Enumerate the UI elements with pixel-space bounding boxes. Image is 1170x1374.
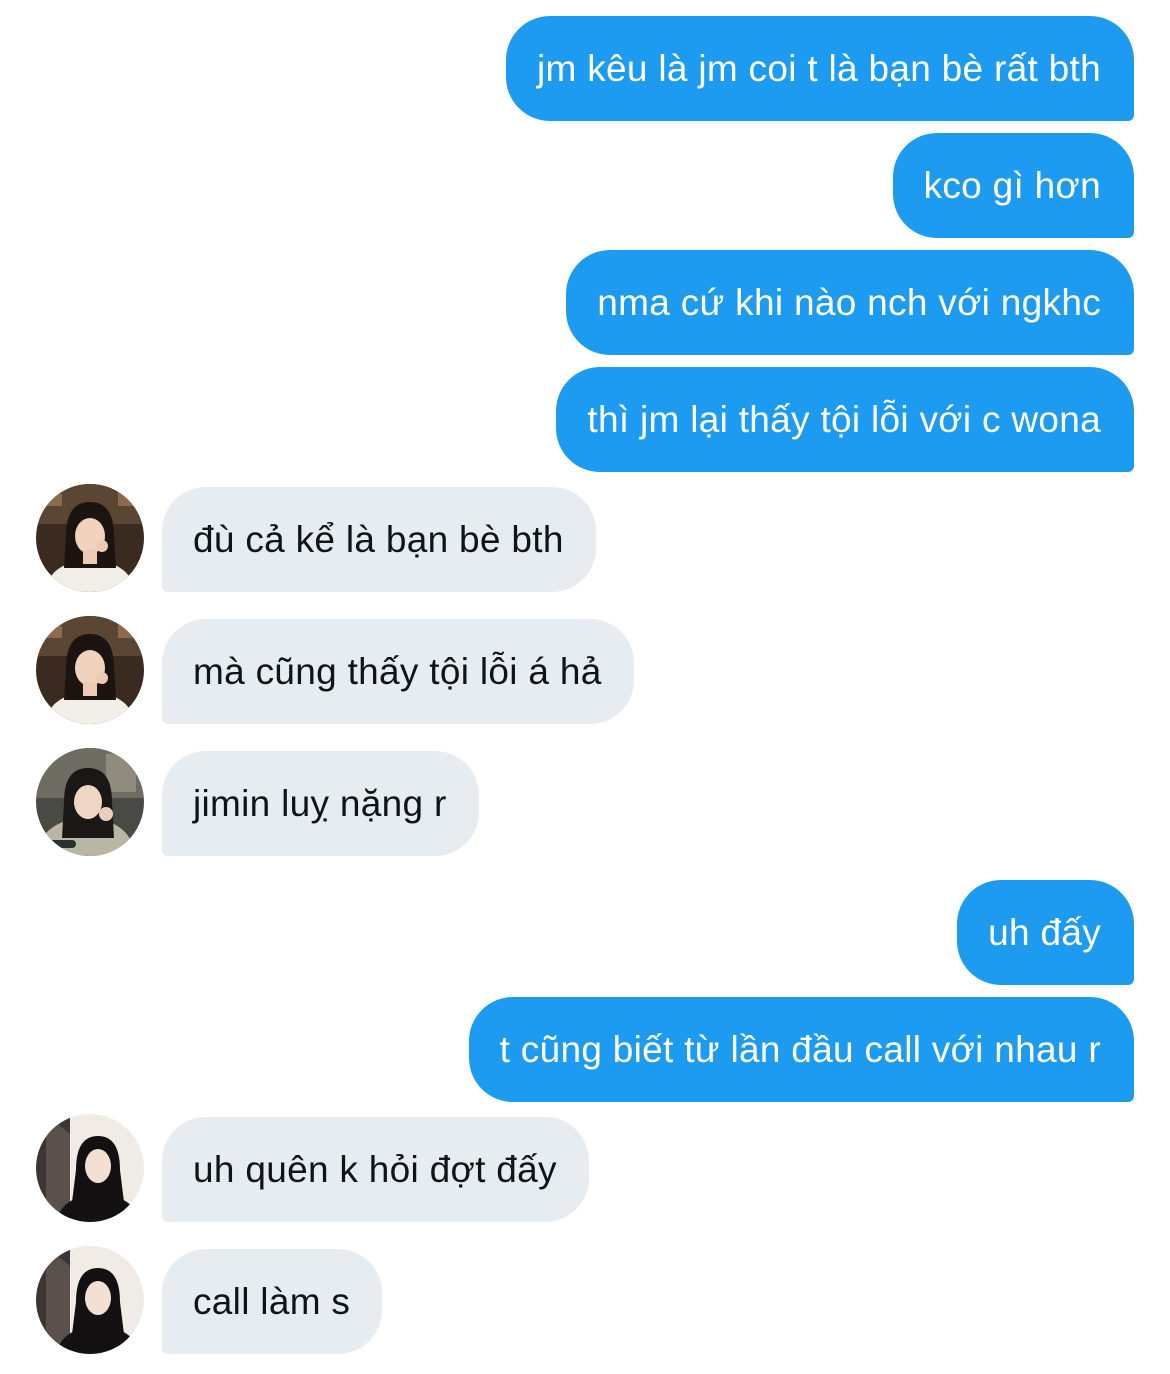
sender-avatar[interactable] bbox=[36, 1114, 144, 1222]
outgoing-message-bubble[interactable]: t cũng biết từ lần đầu call với nhau r bbox=[468, 997, 1134, 1102]
incoming-message-bubble[interactable]: đù cả kể là bạn bè bth bbox=[162, 487, 596, 592]
avatar-photo-girl-cafe-icon bbox=[36, 748, 144, 856]
sender-avatar[interactable] bbox=[36, 748, 144, 856]
message-text: kco gì hơn bbox=[923, 165, 1101, 206]
message-text: nma cứ khi nào nch với ngkhc bbox=[597, 282, 1101, 323]
sender-avatar[interactable] bbox=[36, 616, 144, 724]
incoming-message-bubble[interactable]: jimin luỵ nặng r bbox=[162, 751, 479, 856]
outgoing-message-bubble[interactable]: jm kêu là jm coi t là bạn bè rất bth bbox=[505, 16, 1134, 121]
message-text: mà cũng thấy tội lỗi á hả bbox=[193, 651, 602, 692]
incoming-message-bubble[interactable]: mà cũng thấy tội lỗi á hả bbox=[162, 619, 634, 724]
avatar-photo-girl-white-top-icon bbox=[36, 484, 144, 592]
incoming-message-bubble[interactable]: uh quên k hỏi đợt đấy bbox=[162, 1117, 589, 1222]
avatar-photo-girl-dark-hair-icon bbox=[36, 1114, 144, 1222]
outgoing-message-bubble[interactable]: thì jm lại thấy tội lỗi với c wona bbox=[556, 367, 1134, 472]
message-text: đù cả kể là bạn bè bth bbox=[193, 519, 564, 560]
message-text: thì jm lại thấy tội lỗi với c wona bbox=[587, 399, 1101, 440]
sender-avatar[interactable] bbox=[36, 484, 144, 592]
avatar-photo-girl-white-top-icon bbox=[36, 616, 144, 724]
message-text: jimin luỵ nặng r bbox=[193, 783, 447, 824]
message-text: t cũng biết từ lần đầu call với nhau r bbox=[499, 1029, 1101, 1070]
outgoing-message-bubble[interactable]: uh đấy bbox=[957, 880, 1134, 985]
message-text: uh đấy bbox=[988, 912, 1101, 953]
incoming-message-bubble[interactable]: call làm s bbox=[162, 1249, 383, 1354]
outgoing-message-bubble[interactable]: nma cứ khi nào nch với ngkhc bbox=[566, 250, 1134, 355]
avatar-photo-girl-dark-hair-icon bbox=[36, 1246, 144, 1354]
sender-avatar[interactable] bbox=[36, 1246, 144, 1354]
message-text: call làm s bbox=[193, 1281, 351, 1322]
message-text: jm kêu là jm coi t là bạn bè rất bth bbox=[536, 48, 1101, 89]
outgoing-message-bubble[interactable]: kco gì hơn bbox=[892, 133, 1134, 238]
message-thread: jm kêu là jm coi t là bạn bè rất bth kco… bbox=[0, 0, 1170, 1374]
message-text: uh quên k hỏi đợt đấy bbox=[193, 1149, 557, 1190]
